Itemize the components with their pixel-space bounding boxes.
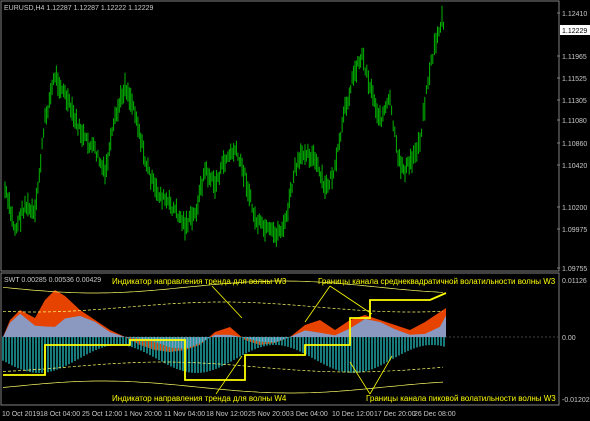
symbol-info-label: EURUSD,H4 1.12287 1.12287 1.12222 1.1222… xyxy=(4,5,154,12)
price-axis-label: 1.10420 xyxy=(562,163,587,170)
time-axis-label: 1 Nov 20:00 xyxy=(124,411,162,418)
price-axis-label: 1.11305 xyxy=(562,98,587,105)
indicator-pane[interactable]: SWT 0.00285 0.00536 0.00429 0.01126 0.00… xyxy=(0,272,590,406)
price-axis-label: 1.11525 xyxy=(562,76,587,83)
time-axis-label: 3 Dec 04:00 xyxy=(290,411,328,418)
oscillator-plot xyxy=(2,280,447,394)
time-axis-label: 17 Dec 20:00 xyxy=(374,411,416,418)
price-axis-label: 1.11080 xyxy=(562,118,587,125)
time-axis: 10 Oct 2019 18 Oct 04:00 25 Oct 12:00 1 Nov… xyxy=(2,411,456,418)
price-axis-label: 1.10860 xyxy=(562,141,587,148)
annotation-trend-w3: Индикатор направления тренда для волны W… xyxy=(112,277,287,286)
sub-axis-top: 0.01126 xyxy=(562,278,587,285)
price-axis-label: 1.10200 xyxy=(562,205,587,212)
time-axis-label: 25 Nov 20:00 xyxy=(248,411,290,418)
time-axis-label: 18 Oct 04:00 xyxy=(40,411,80,418)
annotation-trend-w4: Индикатор направления тренда для волны W… xyxy=(112,394,287,403)
annotation-channel-peak: Границы канала пиковой волатильности вол… xyxy=(366,394,556,403)
price-axis-label: 1.12410 xyxy=(562,11,587,18)
price-pane[interactable]: EURUSD,H4 1.12287 1.12287 1.12222 1.1222… xyxy=(0,0,590,273)
current-price-tag[interactable]: 1.12229 xyxy=(560,25,590,35)
price-candles xyxy=(4,5,444,247)
channel-line xyxy=(2,380,444,394)
sub-axis-zero: 0.00 xyxy=(562,335,576,342)
indicator-info-label: SWT 0.00285 0.00536 0.00429 xyxy=(4,277,101,284)
time-axis-label: 10 Dec 12:00 xyxy=(332,411,374,418)
time-axis-label: 10 Oct 2019 xyxy=(2,411,40,418)
price-axis: 1.12410 1.11965 1.11525 1.11305 1.11080 1.108… xyxy=(557,11,587,273)
price-axis-label: 1.09975 xyxy=(562,227,587,234)
time-axis-label: 25 Oct 12:00 xyxy=(82,411,122,418)
price-axis-label: 1.11965 xyxy=(562,54,587,61)
sub-axis-bottom: -0.01202 xyxy=(562,397,590,404)
time-axis-label: 18 Nov 12:00 xyxy=(206,411,248,418)
current-price-label: 1.12229 xyxy=(562,28,587,35)
price-axis-label: 1.09755 xyxy=(562,266,587,273)
trading-chart: EURUSD,H4 1.12287 1.12287 1.12222 1.1222… xyxy=(0,0,590,418)
time-axis-label: 11 Nov 04:00 xyxy=(164,411,205,418)
time-axis-label: 26 Dec 08:00 xyxy=(414,411,456,418)
annotation-channel-rms: Границы канала среднеквадратичной волати… xyxy=(318,277,556,286)
